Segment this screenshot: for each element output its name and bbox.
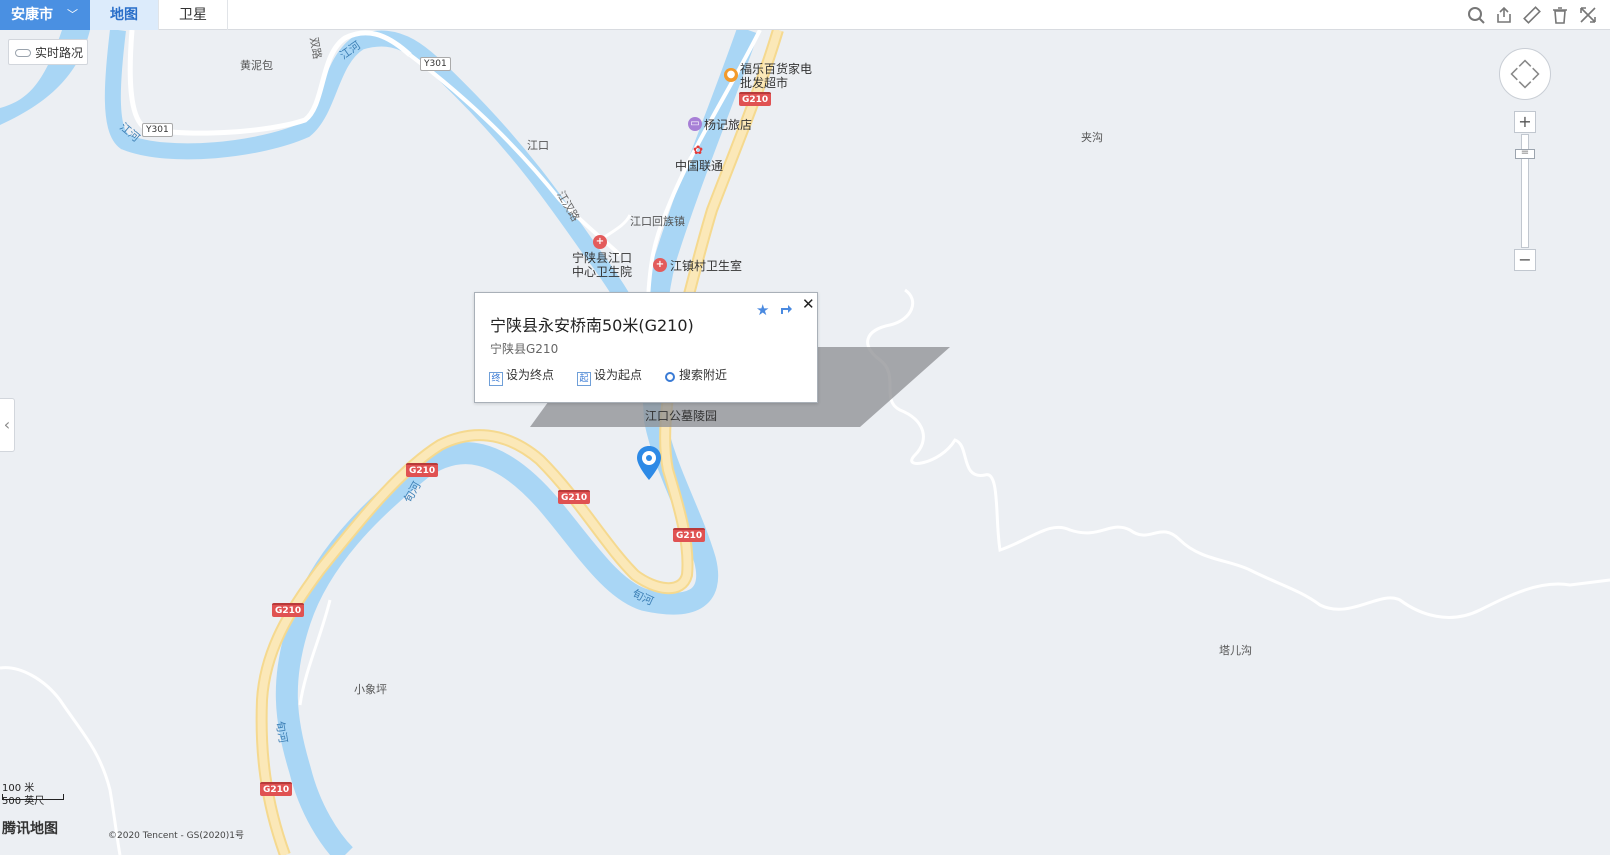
map-tools xyxy=(1466,5,1598,25)
favorite-star-icon[interactable]: ★ xyxy=(756,301,769,319)
share-icon[interactable] xyxy=(779,302,793,316)
tab-map[interactable]: 地图 xyxy=(90,0,159,30)
copyright: ©2020 Tencent - GS(2020)1号 xyxy=(108,831,245,841)
poi-hospital-line2[interactable]: 中心卫生院 xyxy=(572,263,632,280)
search-area-icon[interactable] xyxy=(1466,5,1486,25)
set-start-button[interactable]: 起设为起点 xyxy=(577,366,642,386)
zoom-out-button[interactable]: − xyxy=(1514,249,1536,271)
search-nearby-label: 搜索附近 xyxy=(679,368,728,382)
city-name: 安康市 xyxy=(11,7,53,23)
realtime-traffic-toggle[interactable]: 实时路况 xyxy=(8,39,88,65)
sidebar-toggle[interactable]: ‹ xyxy=(0,398,15,452)
set-start-label: 设为起点 xyxy=(594,368,643,382)
road-shield-y301: Y301 xyxy=(420,57,451,71)
road-shield-y301: Y301 xyxy=(142,123,173,137)
traffic-label: 实时路况 xyxy=(35,46,84,60)
city-selector[interactable]: 安康市 ﹀ xyxy=(0,0,90,30)
road-shield-g210: G210 xyxy=(406,463,439,477)
zoom-slider-handle[interactable]: = xyxy=(1515,148,1535,159)
set-end-button[interactable]: 终设为终点 xyxy=(489,366,554,386)
search-nearby-button[interactable]: 搜索附近 xyxy=(665,366,727,383)
ruler-icon[interactable] xyxy=(1522,5,1542,25)
hotel-icon[interactable]: ▭ xyxy=(688,117,702,131)
poi-clinic[interactable]: 江镇村卫生室 xyxy=(670,257,742,274)
location-marker-icon[interactable] xyxy=(637,446,661,482)
chevron-left-icon: ‹ xyxy=(3,415,11,434)
map-logo: 腾讯地图 xyxy=(2,821,58,837)
poi-cemetery[interactable]: 江口公墓陵园 xyxy=(645,407,717,424)
place-label-jiahou: 夹沟 xyxy=(1081,131,1103,144)
road-shield-g210: G210 xyxy=(739,92,772,106)
chevron-down-icon: ﹀ xyxy=(67,8,78,21)
place-label-jiangkou-town: 江口回族镇 xyxy=(630,215,685,228)
end-point-icon: 终 xyxy=(489,372,503,386)
road-shield-g210: G210 xyxy=(272,603,305,617)
clinic-icon[interactable]: + xyxy=(653,258,667,272)
hospital-icon[interactable]: + xyxy=(593,235,607,249)
set-end-label: 设为终点 xyxy=(506,368,555,382)
search-icon xyxy=(665,372,675,382)
supermarket-icon[interactable]: ● xyxy=(724,68,738,82)
popup-title: 宁陕县永安桥南50米(G210) xyxy=(490,316,694,335)
poi-supermarket-line2[interactable]: 批发超市 xyxy=(740,74,788,91)
fullscreen-icon[interactable] xyxy=(1578,5,1598,25)
poi-hotel[interactable]: 杨记旅店 xyxy=(704,116,752,133)
unicom-icon[interactable]: ✿ xyxy=(691,143,705,157)
place-label-taergou: 塔儿沟 xyxy=(1219,644,1252,657)
popup-close-icon[interactable]: ✕ xyxy=(802,295,815,313)
pan-control[interactable] xyxy=(1499,48,1551,100)
traffic-icon xyxy=(15,49,31,57)
poi-unicom[interactable]: 中国联通 xyxy=(675,157,723,174)
place-label-xiaoxiangping: 小象坪 xyxy=(354,683,387,696)
place-label-jiangkou: 江口 xyxy=(527,139,549,152)
map-canvas[interactable] xyxy=(0,30,1610,855)
road-shield-g210: G210 xyxy=(558,490,591,504)
location-info-popup: 宁陕县永安桥南50米(G210) 宁陕县G210 终设为终点 起设为起点 搜索附… xyxy=(474,292,818,403)
place-label-huangnibao: 黄泥包 xyxy=(240,59,273,72)
zoom-in-button[interactable]: + xyxy=(1514,111,1536,133)
trash-icon[interactable] xyxy=(1550,5,1570,25)
start-point-icon: 起 xyxy=(577,372,591,386)
top-toolbar: 安康市 ﹀ 地图 卫星 xyxy=(0,0,1610,30)
share-icon[interactable] xyxy=(1494,5,1514,25)
scale-bar xyxy=(2,794,64,800)
road-shield-g210: G210 xyxy=(260,782,293,796)
popup-subtitle: 宁陕县G210 xyxy=(490,342,559,356)
road-shield-g210: G210 xyxy=(673,528,706,542)
tab-satellite[interactable]: 卫星 xyxy=(159,0,228,30)
